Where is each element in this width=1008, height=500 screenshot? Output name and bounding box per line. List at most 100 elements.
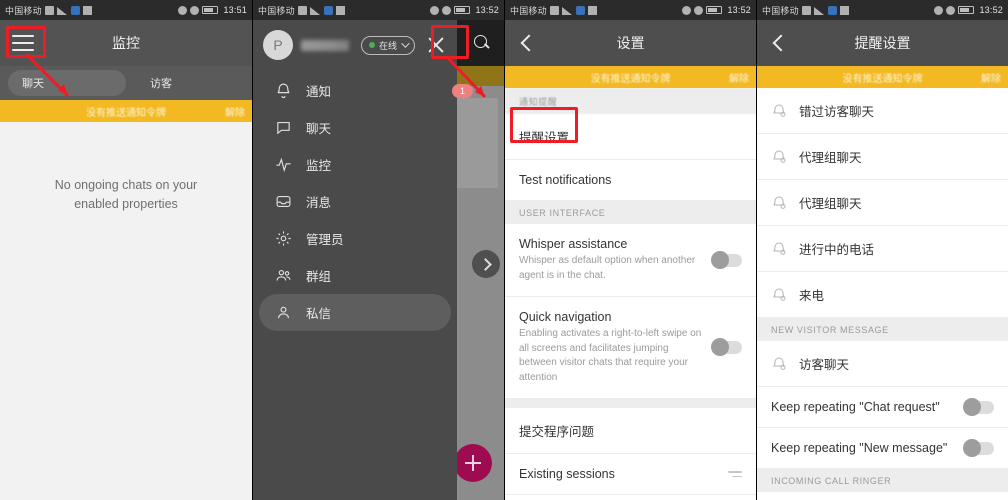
avatar[interactable]: P	[263, 30, 293, 60]
row-keep-repeating-new-message[interactable]: Keep repeating "New message"	[757, 428, 1008, 469]
banner-action[interactable]: 解除	[981, 70, 1001, 85]
row-test-notifications[interactable]: Test notifications	[505, 160, 756, 201]
app-icon	[323, 5, 333, 15]
tab-visitors[interactable]: 访客	[136, 70, 186, 96]
row-title: 代理组聊天	[799, 197, 862, 211]
row-title: Keep repeating "New message"	[771, 441, 948, 455]
push-token-banner[interactable]: 没有推送通知令牌 解除	[757, 66, 1008, 88]
status-selector[interactable]: 在线	[360, 35, 415, 55]
row-agent-group-chat-2[interactable]: 代理组聊天	[757, 180, 1008, 226]
status-label: 在线	[378, 40, 397, 51]
panel-monitor: 中国移动 13:51 监控 聊天 访客 没有推送通知令牌 解除 No ongoi…	[0, 0, 252, 500]
drawer-item-admin[interactable]: 管理员	[259, 220, 451, 257]
row-keep-repeating-chat-request[interactable]: Keep repeating "Chat request"	[757, 387, 1008, 428]
section-header-new-visitor-message: NEW VISITOR MESSAGE	[757, 318, 1008, 341]
row-whisper-assistance[interactable]: Whisper assistance Whisper as default op…	[505, 224, 756, 297]
push-token-banner[interactable]: 没有推送通知令牌 解除	[505, 66, 756, 88]
status-bar: 中国移动 13:52	[757, 0, 1008, 20]
clock-label: 13:52	[979, 5, 1003, 15]
chevron-right-icon[interactable]	[472, 250, 500, 278]
drawer-menu: 通知 1 聊天 监控 消息 管理员 群组 私信	[253, 70, 473, 331]
alarm-icon	[946, 5, 956, 15]
hamburger-menu-icon[interactable]	[12, 35, 34, 51]
banner-action[interactable]: 解除	[729, 70, 749, 85]
carrier-label: 中国移动	[258, 5, 295, 16]
row-agent-group-chat-1[interactable]: 代理组聊天	[757, 134, 1008, 180]
drawer-item-label: 消息	[306, 196, 332, 210]
add-button[interactable]	[454, 444, 492, 482]
drawer-item-direct-message[interactable]: 私信	[259, 294, 451, 331]
row-incoming-call[interactable]: 来电	[757, 272, 1008, 318]
keep-repeating-chat-request-toggle[interactable]	[963, 397, 994, 416]
tab-bar: 聊天 访客	[0, 66, 252, 100]
row-ongoing-call[interactable]: 进行中的电话	[757, 226, 1008, 272]
quick-navigation-toggle[interactable]	[711, 338, 742, 356]
app-bar: 提醒设置	[757, 20, 1008, 66]
app-icon	[827, 5, 837, 15]
row-existing-sessions[interactable]: Existing sessions	[505, 454, 756, 495]
row-missed-visitor-chat[interactable]: 错过访客聊天	[757, 88, 1008, 134]
banner-action[interactable]: 解除	[225, 104, 245, 119]
sim-icon	[44, 5, 54, 15]
signal-icon	[561, 6, 573, 15]
screenshot-root: 中国移动 13:51 监控 聊天 访客 没有推送通知令牌 解除 No ongoi…	[0, 0, 1008, 500]
status-bar-left: 中国移动	[510, 4, 597, 17]
bell-gear-icon	[771, 195, 787, 211]
row-title: Test notifications	[519, 173, 612, 187]
bell-gear-icon	[771, 103, 787, 119]
drawer-item-groups[interactable]: 群组	[259, 257, 451, 294]
signal-icon	[813, 6, 825, 15]
status-bar: 中国移动 13:52	[505, 0, 756, 20]
pulse-icon	[275, 156, 292, 173]
section-header-user-interface: USER INTERFACE	[505, 201, 756, 224]
empty-state-text: No ongoing chats on your enabled propert…	[54, 178, 198, 212]
row-visitor-chat[interactable]: 访客聊天	[757, 341, 1008, 387]
row-title: 访客聊天	[799, 358, 850, 372]
signal-icon	[56, 6, 68, 15]
back-arrow-icon[interactable]	[517, 33, 537, 53]
bell-gear-icon	[771, 356, 787, 372]
status-bar-right: 13:52	[682, 5, 751, 15]
tools-icon[interactable]	[425, 34, 447, 56]
banner-text: 没有推送通知令牌	[590, 73, 671, 85]
back-arrow-icon[interactable]	[769, 33, 789, 53]
drawer-item-notifications[interactable]: 通知 1	[259, 72, 473, 109]
username-label	[301, 39, 349, 51]
eye-icon	[178, 5, 188, 15]
status-bar-right: 13:52	[934, 5, 1003, 15]
battery-icon	[958, 6, 975, 14]
drawer-item-label: 聊天	[306, 122, 332, 136]
row-quick-navigation[interactable]: Quick navigation Enabling activates a ri…	[505, 297, 756, 399]
drawer-item-messages[interactable]: 消息	[259, 183, 451, 220]
bell-gear-icon	[771, 241, 787, 257]
empty-state: No ongoing chats on your enabled propert…	[0, 122, 252, 500]
row-title: 来电	[799, 289, 825, 303]
signal-icon	[309, 6, 321, 15]
battery-icon	[202, 6, 219, 14]
drawer-item-monitor[interactable]: 监控	[259, 146, 451, 183]
reminder-list[interactable]: 错过访客聊天 代理组聊天 代理组聊天 进行中的电话 来电 NEW VISITOR…	[757, 88, 1008, 500]
row-clear-app-cache[interactable]: Clear App Cache 0 Bytes	[505, 495, 756, 500]
row-reminder-settings[interactable]: 提醒设置	[505, 114, 756, 160]
battery-icon	[454, 6, 471, 14]
row-title: 提交程序问题	[519, 425, 595, 439]
drawer-item-label: 管理员	[306, 233, 344, 247]
drawer-item-chats[interactable]: 聊天	[259, 109, 451, 146]
settings-list[interactable]: 通知提醒 提醒设置 Test notifications USER INTERF…	[505, 88, 756, 500]
row-title: Quick navigation	[519, 310, 612, 324]
panel-reminder-settings: 中国移动 13:52 提醒设置 没有推送通知令牌 解除 错过访客聊天 代理组聊天…	[756, 0, 1008, 500]
tab-chats[interactable]: 聊天	[8, 70, 126, 96]
keep-repeating-new-message-toggle[interactable]	[963, 438, 994, 457]
inbox-icon	[275, 193, 292, 210]
bell-icon	[275, 82, 292, 99]
push-token-banner[interactable]: 没有推送通知令牌 解除	[0, 100, 252, 122]
person-icon	[275, 304, 292, 321]
status-bar-right: 13:51	[178, 5, 247, 15]
drawer-item-label: 监控	[306, 159, 332, 173]
search-icon[interactable]	[474, 35, 490, 51]
section-header-incoming-call-ringer: INCOMING CALL RINGER	[757, 469, 1008, 492]
eye-icon	[430, 5, 440, 15]
banner-text: 没有推送通知令牌	[842, 73, 923, 85]
whisper-assistance-toggle[interactable]	[711, 250, 742, 269]
row-submit-issue[interactable]: 提交程序问题	[505, 408, 756, 454]
